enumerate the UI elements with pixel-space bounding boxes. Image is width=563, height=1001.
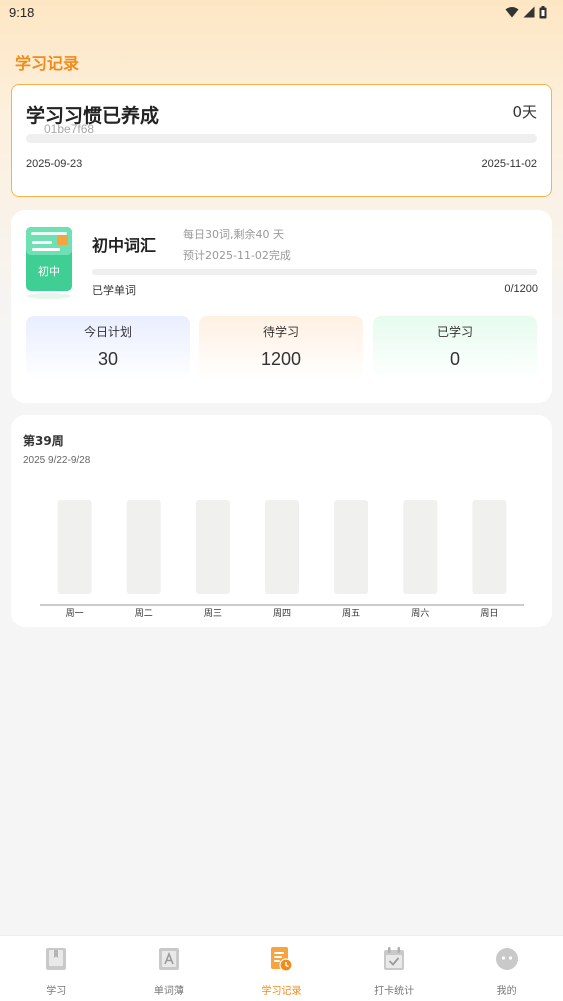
bar-track — [195, 500, 230, 594]
habit-start-date: 2025-09-23 — [26, 158, 83, 170]
stat-value: 1200 — [260, 349, 302, 369]
nav-label: 单词薄 — [153, 986, 184, 997]
stat-pending: 待学习 1200 — [199, 316, 363, 380]
vocab-badge: 初中 — [38, 264, 60, 278]
status-icons — [505, 5, 547, 19]
status-bar: 9:18 — [0, 0, 563, 24]
stat-today-plan: 今日计划 30 — [26, 316, 190, 380]
vocab-eta: 预计2025-11-02完成 — [183, 249, 291, 262]
bottom-nav: 学习 单词薄 学习记录 打卡统计 我的 — [0, 935, 563, 1001]
habit-end-date: 2025-11-02 — [481, 158, 537, 170]
x-tick-label: 周五 — [342, 608, 360, 619]
weekly-chart-card: 第39周 2025 9/22-9/28 周一 周二 周三 周四 周五 周六 周日 — [11, 415, 552, 627]
bar-track — [126, 500, 161, 594]
bar-track — [265, 500, 299, 594]
nav-item-study[interactable]: 学习 — [0, 936, 113, 1001]
nav-item-mine[interactable]: 我的 — [450, 936, 563, 1001]
vocab-card[interactable]: 初中 初中词汇 每日30词,剩余40 天 预计2025-11-02完成 已学单词… — [11, 210, 552, 403]
vocab-name: 初中词汇 — [92, 236, 157, 255]
book-icon — [46, 948, 67, 970]
vocab-book-icon: 初中 — [26, 227, 72, 299]
signal-icon — [523, 6, 535, 18]
habit-days: 0天 — [512, 103, 537, 121]
bar-track — [57, 500, 92, 594]
nav-label: 学习记录 — [261, 986, 302, 997]
nav-label: 打卡统计 — [374, 986, 415, 997]
learned-count: 0/1200 — [504, 283, 538, 295]
bar-track — [334, 500, 369, 594]
stat-learned: 已学习 0 — [373, 316, 537, 380]
bar-track — [472, 500, 507, 594]
stat-label: 已学习 — [436, 325, 473, 339]
week-title: 第39周 — [23, 434, 64, 448]
weekly-bar-chart: 周一 周二 周三 周四 周五 周六 周日 — [40, 500, 524, 619]
letter-a-icon — [158, 948, 179, 970]
nav-label: 我的 — [496, 986, 517, 997]
x-tick-label: 周日 — [480, 608, 498, 619]
x-tick-label: 周二 — [135, 608, 153, 619]
stat-label: 待学习 — [262, 325, 299, 339]
habit-progress-bar — [26, 134, 537, 143]
stat-label: 今日计划 — [83, 325, 132, 339]
vocab-progress-bar — [92, 269, 537, 275]
learned-label: 已学单词 — [92, 284, 136, 297]
wifi-icon — [505, 7, 519, 18]
habit-card: 学习习惯已养成 0天 01be7f68 2025-09-23 2025-11-0… — [11, 84, 552, 197]
record-clock-icon — [271, 947, 294, 972]
nav-item-wordbook[interactable]: 单词薄 — [113, 936, 226, 1001]
x-tick-label: 周一 — [66, 608, 84, 619]
bar-track — [403, 500, 438, 594]
x-tick-label: 周四 — [273, 608, 291, 619]
stat-value: 30 — [97, 349, 119, 369]
profile-icon — [495, 948, 518, 970]
vocab-daily-plan: 每日30词,剩余40 天 — [183, 228, 284, 241]
stat-value: 0 — [449, 349, 460, 369]
x-tick-label: 周三 — [204, 608, 222, 619]
page-title: 学习记录 — [15, 54, 80, 73]
nav-label: 学习 — [46, 986, 67, 997]
x-tick-label: 周六 — [411, 607, 429, 619]
calendar-check-icon — [384, 947, 405, 970]
week-range: 2025 9/22-9/28 — [23, 455, 91, 466]
battery-icon — [539, 5, 547, 18]
nav-item-records[interactable]: 学习记录 — [225, 936, 338, 1001]
nav-item-checkin[interactable]: 打卡统计 — [338, 936, 451, 1001]
status-time: 9:18 — [9, 4, 35, 20]
